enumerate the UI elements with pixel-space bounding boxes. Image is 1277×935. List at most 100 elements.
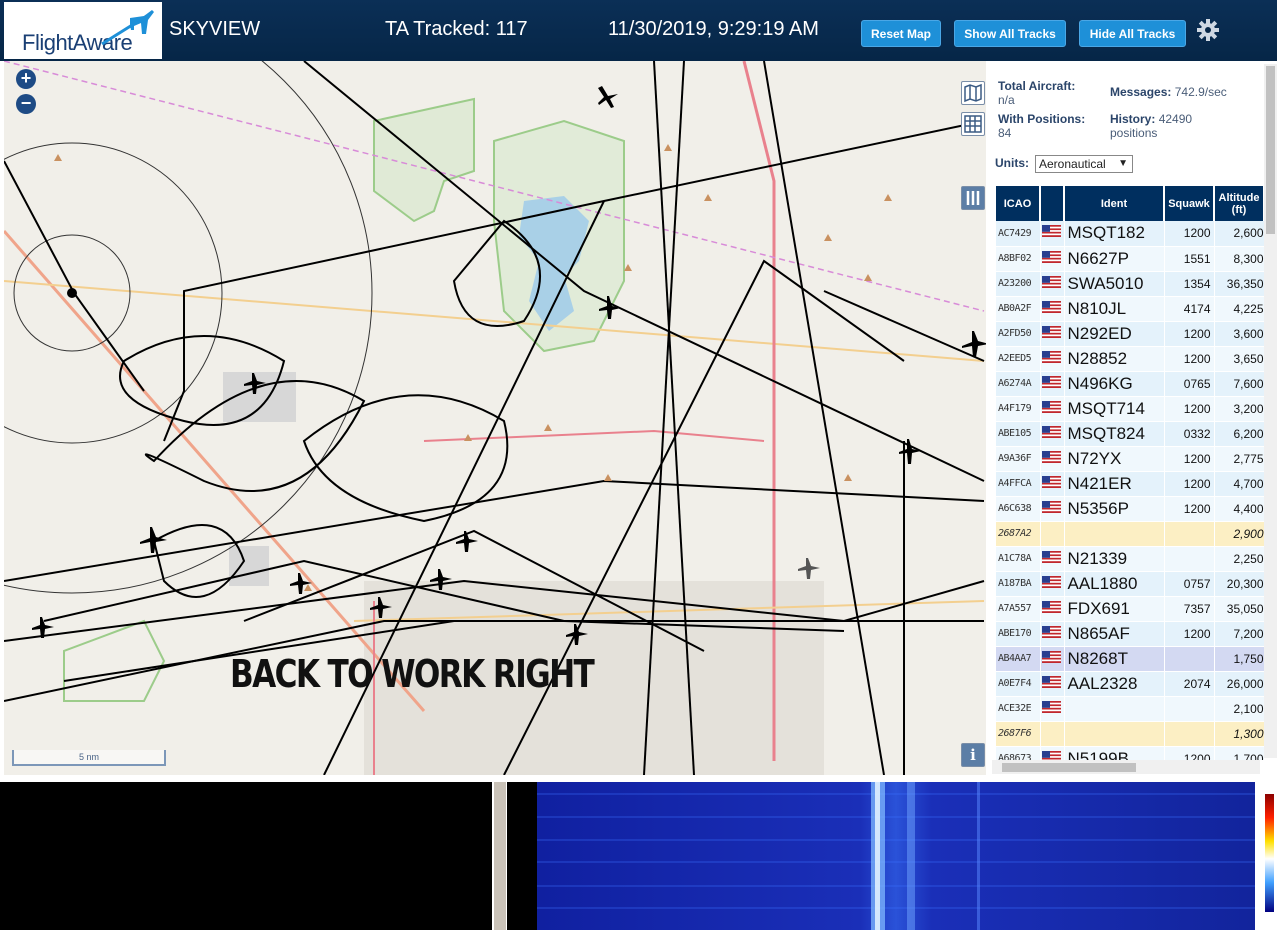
altitude-cell: 20,300 (1214, 571, 1264, 597)
squawk-cell (1164, 521, 1215, 547)
range-grid-icon[interactable] (961, 112, 985, 136)
table-row[interactable]: A0E7F4 AAL2328 2074 26,000 (996, 671, 1264, 697)
table-row[interactable]: A187BA AAL1880 0757 20,300 (996, 571, 1264, 597)
ident-cell: SWA5010 (1064, 271, 1165, 297)
table-row[interactable]: A4FFCA N421ER 1200 4,700 (996, 471, 1264, 497)
table-row[interactable]: A9A36F N72YX 1200 2,775 (996, 446, 1264, 472)
ident-cell: N8268T (1064, 646, 1165, 672)
scroll-thumb[interactable] (1266, 66, 1275, 234)
reset-map-button[interactable]: Reset Map (861, 20, 941, 47)
us-flag-icon (1041, 700, 1061, 717)
info-icon[interactable]: i (961, 743, 985, 767)
col-ident[interactable]: Ident (1064, 186, 1165, 221)
hide-all-tracks-button[interactable]: Hide All Tracks (1079, 20, 1186, 47)
col-flag[interactable] (1040, 186, 1065, 221)
messages-stat: Messages: 742.9/sec (1110, 85, 1227, 99)
scroll-thumb[interactable] (1002, 763, 1136, 772)
units-select[interactable]: Aeronautical ▼ (1035, 155, 1133, 173)
col-icao[interactable]: ICAO (996, 186, 1041, 221)
icao-cell: A9A36F (996, 446, 1041, 472)
squawk-cell (1164, 546, 1215, 572)
ident-cell: N21339 (1064, 546, 1165, 572)
table-row[interactable]: A7A557 FDX691 7357 35,050 (996, 596, 1264, 622)
flightaware-logo[interactable]: FlightAware (4, 2, 162, 59)
us-flag-icon (1041, 600, 1061, 617)
flag-cell (1040, 371, 1065, 397)
flag-cell (1040, 596, 1065, 622)
us-flag-icon (1041, 224, 1061, 241)
altitude-cell: 6,200 (1214, 421, 1264, 447)
table-row[interactable]: A4F179 MSQT714 1200 3,200 (996, 396, 1264, 422)
table-row[interactable]: A6274A N496KG 0765 7,600 (996, 371, 1264, 397)
gear-icon[interactable] (1196, 18, 1220, 42)
us-flag-icon (1041, 275, 1061, 292)
squawk-cell: 1200 (1164, 221, 1215, 247)
altitude-cell: 3,650 (1214, 346, 1264, 372)
ident-cell: N810JL (1064, 296, 1165, 322)
us-flag-icon (1041, 400, 1061, 417)
icao-cell: A8BF02 (996, 246, 1041, 272)
flag-cell (1040, 271, 1065, 297)
altitude-cell: 2,250 (1214, 546, 1264, 572)
flag-cell (1040, 646, 1065, 672)
altitude-cell: 2,775 (1214, 446, 1264, 472)
table-row[interactable]: ABE105 MSQT824 0332 6,200 (996, 421, 1264, 447)
table-horizontal-scrollbar[interactable] (992, 760, 1260, 774)
table-row[interactable]: 2687A2 2,900 (996, 521, 1264, 547)
total-aircraft-value: n/a (998, 93, 1015, 107)
table-row[interactable]: A2FD50 N292ED 1200 3,600 (996, 321, 1264, 347)
ident-cell: N5356P (1064, 496, 1165, 522)
squawk-cell: 2074 (1164, 671, 1215, 697)
ident-cell: N496KG (1064, 371, 1165, 397)
zoom-in-button[interactable]: + (16, 69, 36, 89)
table-row[interactable]: ABE170 N865AF 1200 7,200 (996, 621, 1264, 647)
altitude-cell: 7,600 (1214, 371, 1264, 397)
squawk-cell (1164, 696, 1215, 722)
toggle-sidebar-icon[interactable] (961, 186, 985, 210)
squawk-cell: 1200 (1164, 321, 1215, 347)
map-view[interactable]: + − i 5 nm BACK TO WORK RIGHT (4, 61, 986, 775)
altitude-cell: 1,300 (1214, 721, 1264, 747)
table-row[interactable]: A1C78A N21339 2,250 (996, 546, 1264, 572)
squawk-cell: 0757 (1164, 571, 1215, 597)
flag-cell (1040, 321, 1065, 347)
col-squawk[interactable]: Squawk (1164, 186, 1215, 221)
table-row[interactable]: AB0A2F N810JL 4174 4,225 (996, 296, 1264, 322)
units-label: Units: (995, 156, 1029, 170)
us-flag-icon (1041, 375, 1061, 392)
zoom-out-button[interactable]: − (16, 94, 36, 114)
table-row[interactable]: A8BF02 N6627P 1551 8,300 (996, 246, 1264, 272)
table-row[interactable]: 2687F6 1,300 (996, 721, 1264, 747)
show-all-tracks-button[interactable]: Show All Tracks (954, 20, 1066, 47)
flag-cell (1040, 346, 1065, 372)
squawk-cell: 1551 (1164, 246, 1215, 272)
altitude-cell: 7,200 (1214, 621, 1264, 647)
squawk-cell: 0332 (1164, 421, 1215, 447)
history-unit: positions (1110, 126, 1158, 140)
flag-cell (1040, 296, 1065, 322)
icao-cell: AC7429 (996, 221, 1041, 247)
table-row[interactable]: A23200 SWA5010 1354 36,350 (996, 271, 1264, 297)
table-row[interactable]: ACE32E 2,100 (996, 696, 1264, 722)
us-flag-icon (1041, 500, 1061, 517)
flag-cell (1040, 496, 1065, 522)
table-row[interactable]: AB4AA7 N8268T 1,750 (996, 646, 1264, 672)
table-row[interactable]: AC7429 MSQT182 1200 2,600 (996, 221, 1264, 247)
table-row[interactable]: A6C638 N5356P 1200 4,400 (996, 496, 1264, 522)
altitude-cell: 26,000 (1214, 671, 1264, 697)
flag-cell (1040, 521, 1065, 547)
table-row[interactable]: A68673 N5199B 1200 1,700 (996, 746, 1264, 760)
squawk-cell: 1200 (1164, 471, 1215, 497)
dropdown-arrow-icon: ▼ (1118, 158, 1128, 169)
table-vertical-scrollbar[interactable] (1264, 64, 1277, 758)
us-flag-icon (1041, 550, 1061, 567)
altitude-cell: 3,600 (1214, 321, 1264, 347)
col-altitude[interactable]: Altitude (ft) (1214, 186, 1264, 221)
squawk-cell: 1200 (1164, 746, 1215, 760)
map-layers-icon[interactable] (961, 81, 985, 105)
pane-divider[interactable] (494, 782, 506, 930)
units-selected-value: Aeronautical (1039, 157, 1106, 171)
table-row[interactable]: A2EED5 N28852 1200 3,650 (996, 346, 1264, 372)
icao-cell: A23200 (996, 271, 1041, 297)
us-flag-icon (1041, 750, 1061, 760)
